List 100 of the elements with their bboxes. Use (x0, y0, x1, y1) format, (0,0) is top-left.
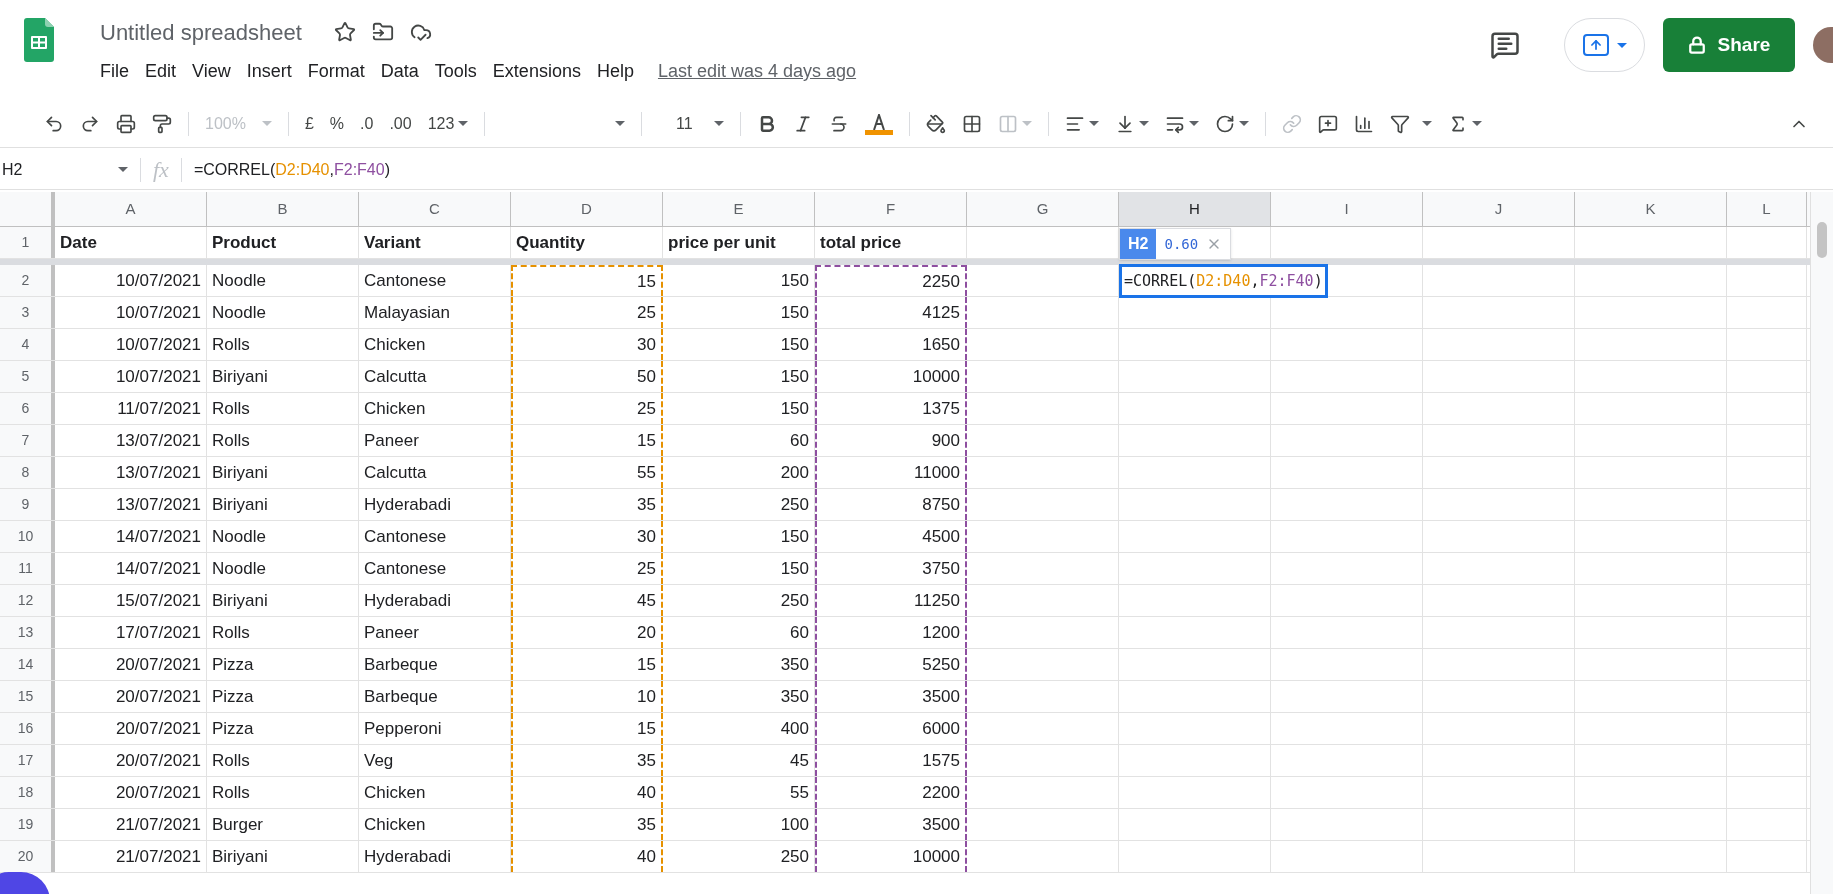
row-number[interactable]: 5 (0, 361, 55, 392)
comments-icon[interactable] (1490, 30, 1520, 60)
caret-icon (1616, 42, 1627, 48)
row-number[interactable]: 17 (0, 745, 55, 776)
table-cell-text: Chicken (364, 333, 426, 356)
table-cell-text: Cantonese (364, 557, 447, 580)
avatar[interactable] (1813, 27, 1833, 63)
last-edit-link[interactable]: Last edit was 4 days ago (657, 58, 857, 85)
column-header[interactable]: A (55, 192, 207, 226)
table-cell-text: Hyderabadi (364, 493, 451, 516)
table-cell-text: 60 (790, 429, 809, 452)
menu-item[interactable]: File (100, 58, 137, 85)
share-button[interactable]: Share (1663, 18, 1795, 72)
column-header[interactable]: B (207, 192, 359, 226)
rotate-icon (1215, 113, 1236, 134)
undo-icon (44, 113, 64, 134)
decrease-decimal-button[interactable]: .0 (352, 105, 382, 142)
column-header[interactable]: H (1119, 192, 1271, 226)
table-cell-text: 13/07/2021 (115, 493, 201, 516)
paint-roller-icon (152, 113, 172, 134)
column-header[interactable]: I (1271, 192, 1423, 226)
column-header[interactable]: D (511, 192, 663, 226)
table-cell-text: 2200 (922, 781, 960, 804)
link-icon (1282, 113, 1303, 134)
table-cell-text: 60 (790, 621, 809, 644)
caret-icon (1422, 121, 1433, 126)
name-box[interactable]: H2 (0, 157, 140, 182)
menu-item[interactable]: Insert (238, 58, 300, 85)
increase-decimal-button[interactable]: .00 (381, 105, 420, 142)
column-header[interactable]: K (1575, 192, 1727, 226)
table-cell-text: 20/07/2021 (115, 749, 201, 772)
row-number[interactable]: 6 (0, 393, 55, 424)
row-number[interactable]: 9 (0, 489, 55, 520)
table-cell-text: 35 (637, 813, 656, 836)
font-size-select[interactable]: 11 (650, 105, 733, 142)
table-cell-text: 1650 (922, 333, 960, 356)
caret-icon (118, 167, 128, 172)
row-number[interactable]: 15 (0, 681, 55, 712)
document-title[interactable]: Untitled spreadsheet (100, 15, 302, 49)
folder-icon[interactable] (371, 21, 394, 43)
present-icon (1582, 34, 1609, 56)
table-cell-text: 3500 (922, 685, 960, 708)
caret-icon (1022, 121, 1033, 126)
row-number[interactable]: 1 (0, 227, 55, 258)
menu-item[interactable]: View (184, 58, 239, 85)
table-cell-text: 20/07/2021 (115, 653, 201, 676)
table-cell-text: 150 (780, 557, 809, 580)
table-cell-text: 17/07/2021 (115, 621, 201, 644)
table-cell-text: 35 (637, 749, 656, 772)
row-number[interactable]: 2 (0, 265, 55, 296)
table-cell-text: 20/07/2021 (115, 685, 201, 708)
table-cell-text: 10/07/2021 (115, 365, 201, 388)
row-number[interactable]: 14 (0, 649, 55, 680)
row-number[interactable]: 19 (0, 809, 55, 840)
menu-item[interactable]: Tools (426, 58, 485, 85)
row-number[interactable]: 20 (0, 841, 55, 872)
column-header[interactable]: F (815, 192, 967, 226)
table-cell-text: 150 (780, 269, 809, 292)
caret-icon (714, 121, 725, 126)
spreadsheet-logo[interactable] (24, 18, 54, 62)
row-number[interactable]: 4 (0, 329, 55, 360)
caret-icon (1189, 121, 1200, 126)
table-cell-text: Pizza (212, 717, 254, 740)
table-cell-text: Pizza (212, 685, 254, 708)
table-cell-text: 11250 (914, 589, 960, 612)
table-cell-text: Burger (212, 813, 264, 836)
column-header[interactable]: C (359, 192, 511, 226)
row-number[interactable]: 16 (0, 713, 55, 744)
currency-button[interactable]: £ (296, 105, 322, 142)
table-cell-text: 15 (637, 717, 656, 740)
column-title: Date (60, 231, 97, 254)
menu-item[interactable]: Help (588, 58, 642, 85)
menu-item[interactable]: Edit (137, 58, 185, 85)
table-cell-text: 25 (637, 557, 656, 580)
row-number[interactable]: 11 (0, 553, 55, 584)
column-header[interactable]: E (663, 192, 815, 226)
scrollbar[interactable] (1810, 192, 1833, 894)
row-number[interactable]: 3 (0, 297, 55, 328)
table-cell-text: 1200 (922, 621, 960, 644)
format-select[interactable]: 123 (419, 105, 477, 142)
column-header[interactable]: J (1423, 192, 1575, 226)
row-number[interactable]: 12 (0, 585, 55, 616)
star-icon[interactable] (333, 21, 356, 43)
table-cell-text: 13/07/2021 (115, 461, 201, 484)
table-cell-text: 100 (780, 813, 809, 836)
table-cell-text: Chicken (364, 813, 426, 836)
menu-item[interactable]: Data (372, 58, 427, 85)
row-number[interactable]: 7 (0, 425, 55, 456)
table-cell-text: 55 (790, 781, 809, 804)
menu-item[interactable]: Extensions (484, 58, 589, 85)
percent-button[interactable]: % (321, 105, 353, 142)
row-number[interactable]: 10 (0, 521, 55, 552)
row-number[interactable]: 8 (0, 457, 55, 488)
table-cell-text: 10/07/2021 (115, 333, 201, 356)
row-number[interactable]: 18 (0, 777, 55, 808)
menu-item[interactable]: Format (299, 58, 373, 85)
column-header[interactable]: L (1727, 192, 1807, 226)
cell-editor[interactable]: =CORREL(D2:D40,F2:F40) (1119, 264, 1328, 298)
table-cell-text: 15 (637, 270, 656, 293)
row-number[interactable]: 13 (0, 617, 55, 648)
